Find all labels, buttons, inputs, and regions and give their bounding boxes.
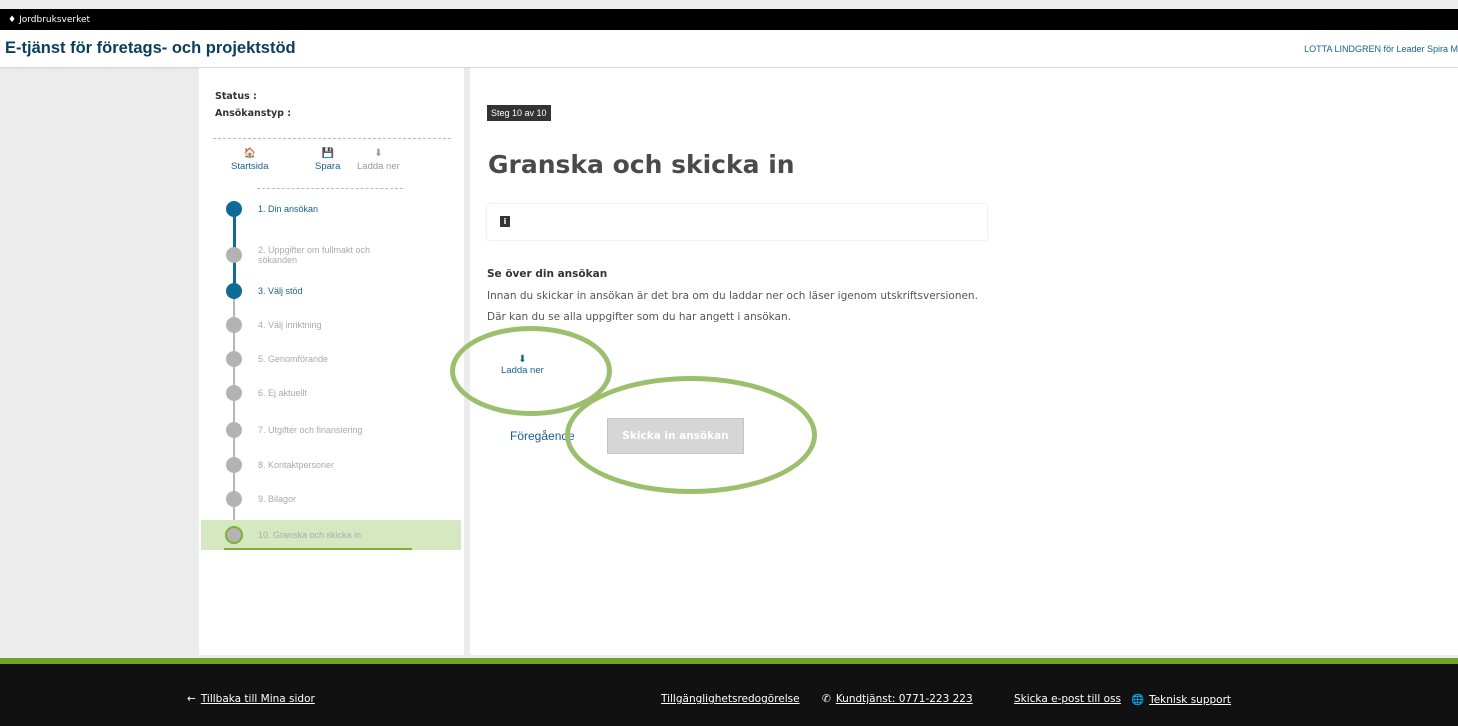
brand-name: Jordbruksverket [19,14,91,25]
status-label: Status : [215,91,257,102]
step-dot [226,491,242,507]
step-item-2[interactable]: 2. Uppgifter om fullmakt och sökanden [199,240,464,270]
previous-button[interactable]: Föregående [510,429,575,443]
divider [257,188,403,189]
step-item-5[interactable]: 5. Genomförande [199,344,464,374]
step-dot [226,422,242,438]
section-title: Se över din ansökan [487,268,608,280]
save-icon: 💾 [321,148,334,159]
step-dot [226,201,242,217]
step-item-8[interactable]: 8. Kontaktpersoner [199,450,464,480]
application-type-label: Ansökanstyp : [215,108,292,119]
download-button[interactable]: ⬇ Ladda ner [501,354,544,376]
phone-icon: ✆ [822,693,831,705]
footer: ← Tillbaka till Mina sidor Tillgänglighet… [0,664,1458,726]
step-item-6[interactable]: 6. Ej aktuellt [199,378,464,408]
email-link[interactable]: Skicka e-post till oss [1014,693,1121,705]
home-icon: 🏠 [243,148,256,159]
step-item-3[interactable]: 3. Välj stöd [199,276,464,306]
tech-support-link[interactable]: 🌐 Teknisk support [1131,693,1231,706]
step-badge: Steg 10 av 10 [487,105,551,121]
current-step-underline [224,548,412,550]
user-menu[interactable]: LOTTA LINDGREN för Leader Spira M [1304,44,1458,54]
step-item-4[interactable]: 4. Välj inriktning [199,310,464,340]
step-dot-current [225,526,243,544]
step-item-9[interactable]: 9. Bilagor [199,484,464,514]
brand-bar: ♦ Jordbruksverket [0,9,1458,30]
intro-text-2: Där kan du se alla uppgifter som du har … [487,311,791,323]
step-dot [226,351,242,367]
download-button-disabled[interactable]: ⬇ Ladda ner [357,148,400,172]
download-icon: ⬇ [374,148,383,159]
customer-service-link[interactable]: ✆ Kundtjänst: 0771-223 223 [822,693,973,705]
step-dot [226,283,242,299]
step-dot [226,457,242,473]
step-dot [226,317,242,333]
app-header: E-tjänst för företags- och projektstöd L… [0,30,1458,67]
page-title: Granska och skicka in [488,150,795,179]
intro-text-1: Innan du skickar in ansökan är det bra o… [487,290,978,302]
status-block: Status : Ansökanstyp : [215,88,291,122]
submit-application-button[interactable]: Skicka in ansökan [607,418,744,454]
accessibility-link[interactable]: Tillgänglighetsredogörelse [661,693,800,705]
brand-logo-icon: ♦ [8,14,17,25]
arrow-left-icon: ← [187,693,196,705]
divider [213,138,451,139]
step-dot [226,247,242,263]
sidebar: Status : Ansökanstyp : 🏠 Startsida 💾 Spa… [199,68,464,655]
main-content: Steg 10 av 10 Granska och skicka in i Se… [470,68,1458,655]
download-icon: ⬇ [518,354,527,365]
step-item-1[interactable]: 1. Din ansökan [199,194,464,224]
globe-icon: 🌐 [1131,694,1145,706]
app-title[interactable]: E-tjänst för företags- och projektstöd [5,39,296,58]
step-item-7[interactable]: 7. Utgifter och finansiering [199,415,464,445]
info-box: i [487,204,987,240]
save-button[interactable]: 💾 Spara [315,148,340,172]
back-to-my-pages-link[interactable]: ← Tillbaka till Mina sidor [187,693,315,705]
home-button[interactable]: 🏠 Startsida [231,148,269,172]
step-dot [226,385,242,401]
info-icon: i [500,216,510,227]
step-item-10[interactable]: 10. Granska och skicka in [201,520,461,550]
